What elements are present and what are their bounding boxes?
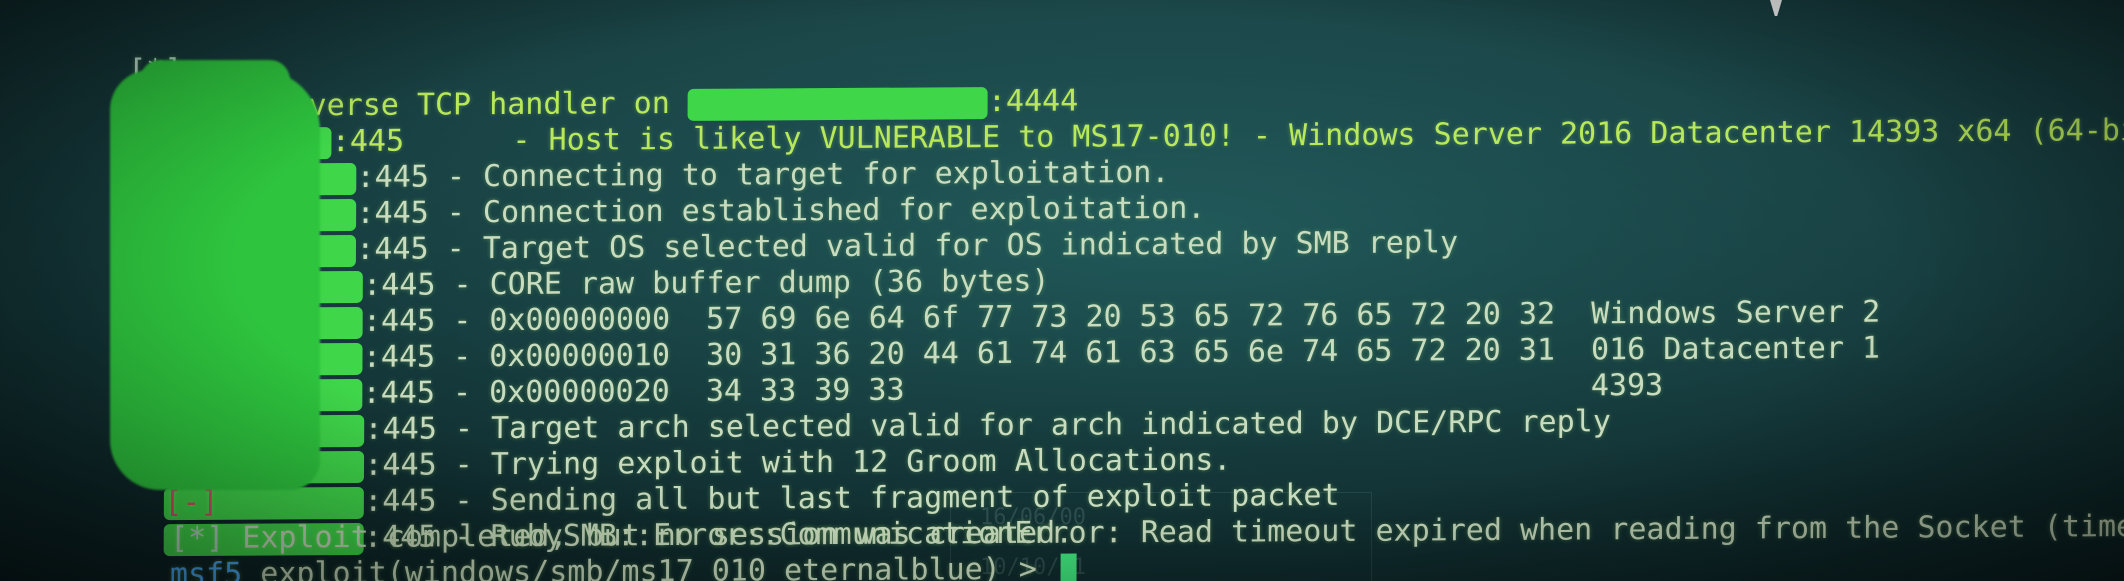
prompt-name: msf5	[169, 556, 243, 581]
log-message: - Connecting to target for exploitation.	[428, 154, 1170, 195]
log-host-port: :445	[362, 339, 436, 375]
log-host-port: :445	[356, 195, 429, 231]
log-host-port: :445	[356, 231, 429, 267]
log-host-port: :445	[364, 447, 437, 483]
terminal-output: [*] Started reverse TCP handler on :4444…	[18, 5, 2124, 581]
log-host-port: :445	[363, 267, 436, 303]
hex-dump-line: - 0x00000020 34 33 39 33 4393	[434, 367, 1664, 411]
status-marker: [-]	[164, 484, 219, 521]
redaction-blob	[140, 60, 290, 100]
terminal-window: 16/06/00 10/10/01 [*] Started reverse TC…	[0, 0, 2124, 581]
log-message: - Target arch selected valid for arch in…	[436, 404, 1611, 447]
log-host-port: :445	[364, 483, 437, 519]
log-message: - Connection established for exploitatio…	[428, 190, 1206, 231]
redaction-blob	[110, 70, 320, 490]
log-port: :4444	[987, 83, 1079, 120]
log-message: - Target OS selected valid for OS indica…	[428, 225, 1459, 267]
redacted-ip	[687, 86, 988, 121]
log-message: - CORE raw buffer dump (36 bytes)	[435, 263, 1050, 303]
status-marker: [*]	[170, 520, 225, 557]
text-cursor	[1060, 553, 1078, 581]
log-message: - Sending all but last fragment of explo…	[436, 477, 1340, 519]
log-host-port: :445	[362, 303, 436, 339]
log-host-port: :445	[362, 375, 436, 411]
log-message: - Trying exploit with 12 Groom Allocatio…	[436, 442, 1232, 483]
prompt-module: exploit(windows/smb/ms17_010_eternalblue…	[242, 551, 1056, 581]
log-host-port: :445	[331, 123, 405, 160]
log-host-port: :445	[364, 411, 437, 447]
log-host-port: :445	[356, 159, 429, 195]
log-message: Exploit completed, but no session was cr…	[224, 515, 1074, 556]
